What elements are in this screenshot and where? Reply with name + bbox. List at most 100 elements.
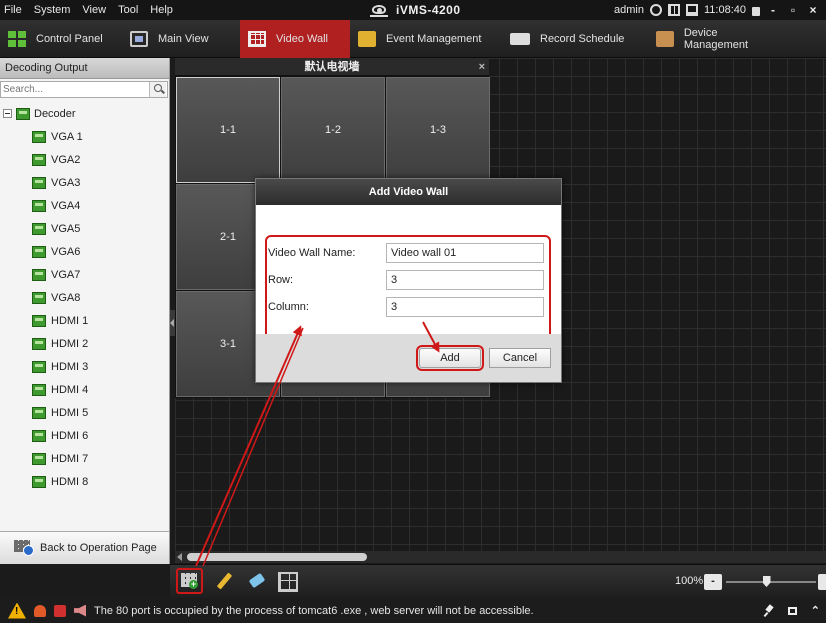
video-wall-name-input[interactable] — [386, 243, 544, 263]
tree-label: VGA4 — [51, 199, 81, 212]
status-bar: The 80 port is occupied by the process o… — [0, 598, 826, 623]
output-icon — [32, 429, 46, 442]
list-item[interactable]: VGA6 — [0, 240, 169, 263]
row-input[interactable] — [386, 270, 544, 290]
zoom-slider-thumb[interactable] — [762, 576, 771, 587]
list-item[interactable]: VGA2 — [0, 148, 169, 171]
list-item[interactable]: HDMI 1 — [0, 309, 169, 332]
output-icon — [32, 291, 46, 304]
minimize-button[interactable]: - — [766, 3, 780, 17]
erase-wall-icon[interactable] — [246, 571, 268, 593]
menu-help[interactable]: Help — [144, 0, 179, 20]
list-item[interactable]: HDMI 2 — [0, 332, 169, 355]
tab-event-management[interactable]: Event Management — [350, 20, 502, 58]
keyboard-icon[interactable] — [667, 4, 680, 16]
list-item[interactable]: HDMI 4 — [0, 378, 169, 401]
list-item[interactable]: VGA 1 — [0, 125, 169, 148]
back-operation-icon — [14, 540, 34, 556]
back-to-operation-button[interactable]: Back to Operation Page — [0, 531, 169, 564]
lock-icon[interactable] — [752, 7, 760, 16]
list-item[interactable]: HDMI 5 — [0, 401, 169, 424]
scroll-thumb[interactable] — [187, 553, 367, 561]
tree-node-decoder[interactable]: Decoder — [0, 102, 169, 125]
maximize-button[interactable]: ▫ — [786, 3, 800, 17]
menu-file[interactable]: File — [0, 0, 28, 20]
tab-label: Main View — [158, 33, 209, 45]
zoom-out-button[interactable]: - — [704, 574, 722, 590]
expand-up-icon[interactable]: ⌃ — [811, 604, 820, 617]
decoder-icon — [16, 107, 30, 120]
event-icon — [358, 31, 376, 47]
collapse-icon[interactable] — [3, 109, 12, 118]
decoding-output-panel: Decoding Output Decoder VGA 1 VGA2 VGA3 … — [0, 58, 170, 564]
list-item[interactable]: VGA5 — [0, 217, 169, 240]
search-input[interactable] — [1, 82, 149, 97]
row-row: Row: — [268, 267, 550, 293]
plus-icon: + — [189, 579, 198, 589]
tab-video-wall[interactable]: Video Wall — [240, 20, 350, 58]
list-item[interactable]: HDMI 7 — [0, 447, 169, 470]
network-icon[interactable] — [649, 4, 662, 16]
tree-label: HDMI 4 — [51, 383, 89, 396]
tree-label: HDMI 2 — [51, 337, 89, 350]
control-panel-icon — [8, 31, 26, 47]
list-item[interactable]: HDMI 6 — [0, 424, 169, 447]
close-button[interactable]: × — [806, 3, 820, 17]
dialog-body: Video Wall Name: Row: Column: — [256, 205, 561, 347]
list-item[interactable]: VGA3 — [0, 171, 169, 194]
wall-close-icon[interactable]: × — [479, 58, 485, 76]
wall-cell[interactable]: 1-3 — [386, 77, 490, 183]
list-item[interactable]: VGA7 — [0, 263, 169, 286]
list-item[interactable]: VGA4 — [0, 194, 169, 217]
menu-system[interactable]: System — [28, 0, 77, 20]
horizontal-scrollbar[interactable] — [175, 551, 826, 563]
tab-main-view[interactable]: Main View — [122, 20, 240, 58]
zoom-level: 100% — [675, 575, 704, 587]
tab-record-schedule[interactable]: Record Schedule — [502, 20, 648, 58]
record-icon — [510, 33, 530, 45]
zoom-slider[interactable] — [726, 581, 816, 583]
monitor-icon[interactable] — [685, 4, 698, 16]
warning-icon[interactable] — [8, 602, 26, 619]
cancel-button[interactable]: Cancel — [489, 348, 551, 368]
edit-wall-icon[interactable] — [214, 571, 236, 593]
tree-label: HDMI 7 — [51, 452, 89, 465]
device-icon — [656, 31, 674, 47]
add-video-wall-dialog: Add Video Wall Video Wall Name: Row: Col… — [255, 178, 562, 383]
tab-device-management[interactable]: Device Management — [648, 20, 798, 58]
list-item[interactable]: HDMI 3 — [0, 355, 169, 378]
tree-label: VGA5 — [51, 222, 81, 235]
pin-icon[interactable] — [764, 605, 774, 617]
menu-tool[interactable]: Tool — [112, 0, 144, 20]
add-video-wall-button[interactable]: + — [176, 568, 203, 594]
column-label: Column: — [268, 301, 309, 313]
output-icon — [32, 268, 46, 281]
ivms-logo-icon — [370, 3, 388, 17]
menu-view[interactable]: View — [76, 0, 112, 20]
add-button[interactable]: Add — [416, 345, 484, 371]
wall-cell[interactable]: 1-1 — [176, 77, 280, 183]
user-status-icon[interactable] — [34, 604, 46, 617]
alarm-icon[interactable] — [54, 604, 66, 617]
column-input[interactable] — [386, 297, 544, 317]
list-item[interactable]: VGA8 — [0, 286, 169, 309]
tree-label: Decoder — [34, 107, 76, 120]
wall-cell[interactable]: 1-2 — [281, 77, 385, 183]
tree-label: VGA6 — [51, 245, 81, 258]
name-label: Video Wall Name: — [268, 247, 356, 259]
restore-window-icon[interactable] — [787, 606, 797, 615]
output-icon — [32, 314, 46, 327]
list-item[interactable]: HDMI 8 — [0, 470, 169, 493]
tab-label: Device Management — [683, 27, 749, 51]
back-label: Back to Operation Page — [40, 542, 157, 554]
wall-layout-icon[interactable] — [278, 572, 298, 592]
column-row: Column: — [268, 294, 550, 320]
scroll-left-icon[interactable] — [177, 553, 182, 561]
sound-icon[interactable] — [74, 604, 86, 617]
row-label: Row: — [268, 274, 294, 286]
main-view-icon — [130, 31, 148, 47]
zoom-in-button[interactable] — [818, 574, 826, 590]
tab-control-panel[interactable]: Control Panel — [0, 20, 122, 58]
search-icon[interactable] — [149, 82, 166, 97]
tree-label: VGA3 — [51, 176, 81, 189]
